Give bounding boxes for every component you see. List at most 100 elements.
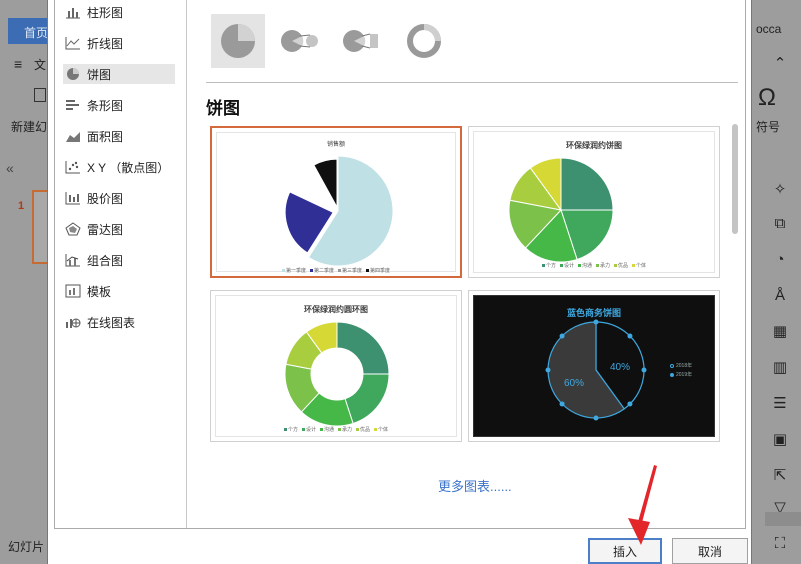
insert-chart-dialog: 柱形图折线图饼图条形图面积图 X Y （散点图） 股价图雷达图组合图模板在线图表 — [47, 0, 752, 564]
scatter-chart-icon — [65, 160, 81, 174]
sidebar-item-scatter-chart[interactable]: X Y （散点图） — [63, 157, 175, 177]
pie-slice — [560, 157, 614, 211]
ring-dot — [593, 415, 599, 421]
online-chart-icon — [65, 315, 81, 329]
menu-icon[interactable]: ≡ — [14, 56, 22, 72]
sidebar-item-label: 股价图 — [87, 191, 124, 206]
grid-icon[interactable]: ▦ — [768, 320, 792, 344]
legend-entry: 承力 — [596, 263, 610, 269]
cancel-button[interactable]: 取消 — [672, 538, 748, 564]
card-legend: 2018年 2019年 — [670, 362, 692, 380]
scrollbar-thumb[interactable] — [732, 124, 738, 234]
ring-dot — [559, 401, 565, 407]
collapse-icon[interactable]: « — [6, 160, 14, 176]
chart-template-card[interactable]: 销售额 第一季度 第二季度 第三季度 第四季度 — [210, 126, 462, 278]
sidebar-item-label: 模板 — [87, 284, 112, 299]
magic-icon[interactable]: ✧ — [768, 178, 792, 202]
legend-entry: 个方 — [283, 427, 298, 433]
pie-chart-icon — [65, 67, 81, 81]
legend-entry: 承力 — [338, 427, 352, 433]
stock-chart-icon — [65, 191, 81, 205]
pie-slice — [336, 321, 390, 375]
chart-template-card[interactable]: 环保绿润约圆环图 个方 设计 沟通 承力 优品 个体 — [210, 290, 462, 442]
divider — [206, 82, 738, 83]
symbol-button[interactable]: 符号 — [756, 118, 780, 135]
sidebar-item-template[interactable]: 模板 — [63, 281, 175, 301]
shape-icon[interactable]: ◔ — [768, 248, 792, 272]
legend-entry: 沟通 — [319, 427, 334, 433]
sidebar-item-area-chart[interactable]: 面积图 — [63, 126, 175, 146]
combo-chart-icon — [65, 253, 81, 267]
pie-label-40: 40% — [610, 362, 631, 373]
sidebar-item-label: 面积图 — [87, 129, 124, 144]
sidebar-item-label: 条形图 — [87, 98, 124, 113]
export-icon[interactable]: ⇱ — [768, 464, 792, 488]
chart-template-card[interactable]: 蓝色商务饼图 40% 60% 2018年 2019年 — [468, 290, 720, 442]
pie-type-basic[interactable] — [211, 14, 265, 68]
new-slide-button[interactable]: 新建幻 — [11, 118, 47, 135]
chart-icon[interactable]: ▥ — [768, 356, 792, 380]
sidebar-item-radar-chart[interactable]: 雷达图 — [63, 219, 175, 239]
right-top-text: occa — [756, 22, 782, 36]
slide-thumbnail[interactable] — [32, 190, 48, 264]
ring-dot — [545, 367, 551, 373]
ring-dot — [627, 333, 633, 339]
chart-content: 饼图 销售额 第一季度 第二季度 第三季度 第四季度 环保绿润约饼图 个方 设计 沟通 承力 优品个… — [188, 0, 746, 528]
gallery-scrollbar[interactable] — [731, 124, 739, 454]
new-slide-icon — [34, 88, 46, 102]
card-preview: 蓝色商务饼图 40% 60% 2018年 2019年 — [473, 295, 715, 437]
chart-template-card[interactable]: 环保绿润约饼图 个方 设计 沟通 承力 优品 个体 — [468, 126, 720, 278]
legend-entry: 个方 — [541, 263, 556, 269]
pie-slice — [344, 373, 390, 425]
sidebar-item-combo-chart[interactable]: 组合图 — [63, 250, 175, 270]
sidebar-item-label: 雷达图 — [87, 222, 124, 237]
legend-entry: 优品 — [614, 263, 628, 269]
horizontal-bar-icon — [65, 98, 81, 112]
sidebar-item-label: 折线图 — [87, 36, 124, 51]
right-scroll[interactable] — [765, 512, 801, 526]
card-legend: 个方 设计 沟通 承力 优品 个体 — [474, 262, 714, 269]
ring-dot — [559, 333, 565, 339]
file-menu[interactable]: 文 — [34, 56, 46, 73]
sidebar-item-label: 在线图表 — [87, 315, 136, 330]
insert-button[interactable]: 插入 — [588, 538, 662, 564]
sidebar-item-horizontal-bar[interactable]: 条形图 — [63, 95, 175, 115]
slide-number: 1 — [18, 200, 25, 212]
legend-entry: 第二季度 — [309, 268, 334, 274]
omega-icon[interactable]: Ω — [758, 84, 776, 112]
image-icon[interactable]: ▣ — [768, 428, 792, 452]
card-legend: 个方 设计 沟通 承力 优品 个体 — [216, 426, 456, 433]
background-left-pane — [0, 0, 48, 564]
pie-basic-icon — [221, 24, 255, 58]
bar-chart-icon — [65, 5, 81, 19]
legend-entry: 第三季度 — [338, 268, 362, 274]
sidebar-item-stock-chart[interactable]: 股价图 — [63, 188, 175, 208]
sidebar-item-online-chart[interactable]: 在线图表 — [63, 312, 175, 332]
text-style-icon[interactable]: Å — [768, 284, 792, 308]
chart-type-sidebar: 柱形图折线图饼图条形图面积图 X Y （散点图） 股价图雷达图组合图模板在线图表 — [55, 0, 187, 528]
pie-subtype-toolbar — [211, 14, 451, 72]
more-charts-link[interactable]: 更多图表...... — [438, 476, 512, 495]
pie-type-bar-of-pie[interactable] — [335, 14, 389, 68]
ring-dot — [593, 319, 599, 325]
sidebar-item-bar-chart[interactable]: 柱形图 — [63, 2, 175, 22]
card-preview: 销售额 第一季度 第二季度 第三季度 第四季度 — [216, 132, 456, 274]
card-legend: 第一季度 第二季度 第三季度 第四季度 — [217, 267, 455, 274]
legend-entry: 设计 — [559, 263, 574, 269]
fullscreen-icon[interactable]: ⛶ — [768, 532, 792, 556]
donut-icon — [407, 24, 441, 58]
chevron-up-icon[interactable]: ⌃ — [768, 52, 792, 76]
legend-entry: 2018年 — [670, 362, 692, 371]
sidebar-item-pie-chart[interactable]: 饼图 — [63, 64, 175, 84]
legend-entry: 设计 — [301, 427, 316, 433]
shapes-icon[interactable]: ⧉ — [768, 212, 792, 236]
adjust-icon[interactable]: ☰ — [768, 392, 792, 416]
pie-label-60: 60% — [564, 378, 585, 389]
status-text: 幻灯片 — [8, 540, 45, 554]
pie-type-donut[interactable] — [397, 14, 451, 68]
area-chart-icon — [65, 129, 81, 143]
legend-entry: 2019年 — [670, 371, 692, 380]
pie-type-of-pie[interactable] — [273, 14, 327, 68]
sidebar-item-line-chart[interactable]: 折线图 — [63, 33, 175, 53]
tab-home[interactable]: 首页 — [8, 18, 48, 44]
